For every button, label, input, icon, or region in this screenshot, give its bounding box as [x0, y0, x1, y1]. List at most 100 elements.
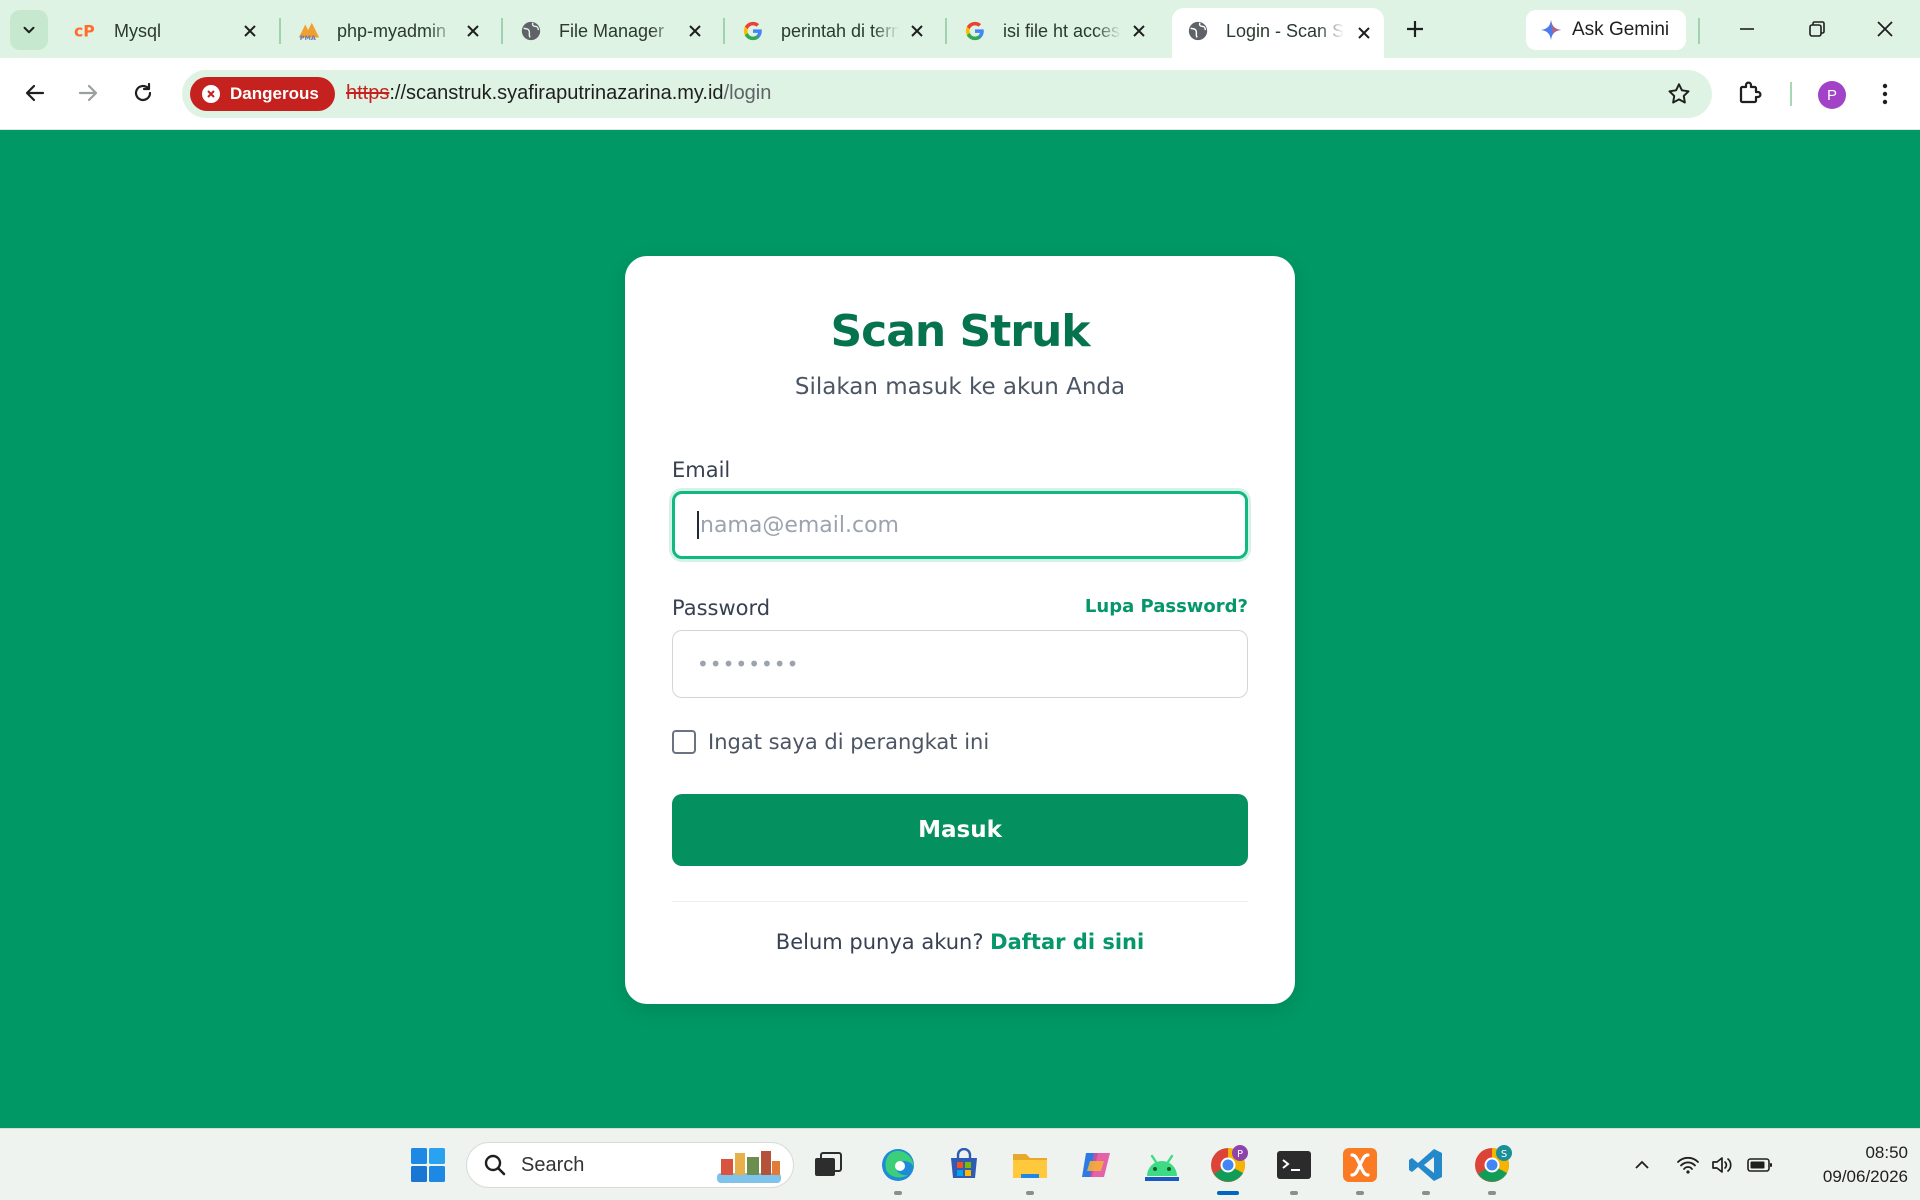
volume-icon[interactable] [1708, 1151, 1736, 1179]
remember-me-label: Ingat saya di perangkat ini [708, 730, 990, 754]
tab-separator [1698, 18, 1700, 44]
cpanel-icon: cP [74, 19, 98, 43]
back-button[interactable] [18, 76, 52, 110]
tab-isi-htaccess[interactable]: isi file ht access [949, 10, 1159, 52]
chevron-up-icon[interactable] [1628, 1151, 1656, 1179]
google-icon [963, 19, 987, 43]
microsoft-store-icon[interactable] [944, 1145, 984, 1185]
tab-title: Mysql [114, 20, 162, 41]
search-highlight-illustration-icon [717, 1151, 781, 1183]
minimize-button[interactable] [1732, 14, 1762, 44]
svg-text:PMA: PMA [300, 34, 316, 42]
bookmark-star-icon[interactable] [1666, 81, 1692, 107]
url-text[interactable]: https://scanstruk.syafiraputrinazarina.m… [346, 82, 771, 105]
tab-perintah-terminal[interactable]: perintah di terminal [727, 10, 937, 52]
running-indicator [894, 1191, 902, 1195]
chrome-profile-p-icon[interactable]: P [1208, 1145, 1248, 1185]
tab-title: File Manager [559, 20, 665, 41]
tab-login-scan-struk[interactable]: Login - Scan Struk [1172, 8, 1384, 58]
password-label: Password [672, 596, 771, 620]
toolbar-separator [1790, 82, 1792, 106]
system-clock[interactable]: 08:50 09/06/2026 [1778, 1141, 1908, 1189]
reload-icon [134, 82, 152, 102]
browser-tab-strip: cP Mysql PMA php-myadmin File Manager pe… [0, 0, 1920, 58]
taskbar-search-box[interactable]: Search [466, 1142, 794, 1188]
kebab-menu-icon [1882, 83, 1888, 105]
restore-button[interactable] [1802, 14, 1832, 44]
windows-start-icon[interactable] [408, 1145, 448, 1185]
task-view-icon[interactable] [808, 1145, 848, 1185]
gemini-sparkle-icon [1540, 19, 1562, 41]
ask-gemini-button[interactable]: Ask Gemini [1526, 10, 1686, 50]
plus-icon [1407, 21, 1423, 37]
active-app-indicator [1217, 1191, 1239, 1195]
search-icon [484, 1154, 506, 1176]
card-divider [672, 901, 1248, 902]
password-input[interactable]: •••••••• [672, 630, 1248, 698]
running-indicator [1356, 1191, 1364, 1195]
tab-file-manager[interactable]: File Manager [505, 10, 715, 52]
register-prompt: Belum punya akun? Daftar di sini [625, 930, 1295, 954]
profile-avatar[interactable]: P [1818, 81, 1846, 109]
close-icon[interactable] [461, 19, 485, 43]
battery-icon[interactable] [1746, 1151, 1774, 1179]
login-card: Scan Struk Silakan masuk ke akun Anda Em… [625, 256, 1295, 1004]
text-caret [697, 511, 699, 539]
edge-browser-icon[interactable] [878, 1145, 918, 1185]
chevron-down-icon [23, 26, 35, 34]
forward-button[interactable] [71, 76, 105, 110]
address-bar[interactable]: Dangerous https://scanstruk.syafiraputri… [182, 70, 1712, 118]
more-menu-button[interactable] [1872, 78, 1898, 110]
tab-title: isi file ht access [1003, 20, 1121, 41]
tab-title: perintah di terminal [781, 20, 899, 41]
tab-phpmyadmin[interactable]: PMA php-myadmin [283, 10, 493, 52]
globe-icon [1186, 19, 1210, 43]
close-icon[interactable] [683, 19, 707, 43]
extensions-puzzle-icon[interactable] [1736, 77, 1768, 109]
clock-time: 08:50 [1865, 1143, 1908, 1162]
arrow-right-icon [78, 84, 98, 102]
close-icon [1877, 21, 1893, 37]
xampp-icon[interactable] [1340, 1145, 1380, 1185]
browser-toolbar: Dangerous https://scanstruk.syafiraputri… [0, 58, 1920, 130]
search-label: Search [521, 1153, 585, 1176]
chrome-badge-s: S [1501, 1149, 1507, 1160]
tab-separator [945, 18, 947, 44]
remember-me-checkbox[interactable] [672, 730, 696, 754]
remember-me-row[interactable]: Ingat saya di perangkat ini [672, 730, 989, 754]
email-input[interactable]: nama@email.com [672, 491, 1248, 559]
wifi-icon[interactable] [1674, 1151, 1702, 1179]
email-placeholder: nama@email.com [700, 512, 899, 538]
new-tab-button[interactable] [1400, 14, 1430, 44]
security-warning-chip[interactable]: Dangerous [190, 77, 335, 111]
minimize-icon [1740, 28, 1754, 30]
reload-button[interactable] [126, 76, 160, 110]
tab-mysql[interactable]: cP Mysql [60, 10, 270, 52]
android-studio-icon[interactable] [1142, 1145, 1182, 1185]
copilot-icon[interactable] [1076, 1145, 1116, 1185]
tab-title: php-myadmin [337, 20, 447, 41]
chrome-profile-s-icon[interactable]: S [1472, 1145, 1512, 1185]
svg-text:cP: cP [74, 22, 95, 40]
close-icon[interactable] [1127, 19, 1151, 43]
url-scheme: https [346, 82, 390, 104]
close-window-button[interactable] [1870, 14, 1900, 44]
close-icon[interactable] [238, 19, 262, 43]
clock-date: 09/06/2026 [1822, 1167, 1908, 1186]
windows-taskbar: Search P S 08:50 09/06/2026 [0, 1128, 1920, 1200]
login-submit-button[interactable]: Masuk [672, 794, 1248, 866]
vscode-icon[interactable] [1406, 1145, 1446, 1185]
terminal-icon[interactable] [1274, 1145, 1314, 1185]
error-icon [202, 85, 220, 103]
tab-separator [723, 18, 725, 44]
forgot-password-link[interactable]: Lupa Password? [1085, 596, 1248, 617]
url-path: /login [723, 82, 772, 104]
file-explorer-icon[interactable] [1010, 1145, 1050, 1185]
tab-title: Login - Scan Struk [1226, 20, 1344, 41]
register-prompt-text: Belum punya akun? [775, 930, 984, 954]
close-icon[interactable] [1352, 21, 1376, 45]
register-link[interactable]: Daftar di sini [990, 930, 1144, 954]
tab-search-button[interactable] [10, 10, 48, 50]
restore-icon [1809, 21, 1825, 37]
close-icon[interactable] [905, 19, 929, 43]
